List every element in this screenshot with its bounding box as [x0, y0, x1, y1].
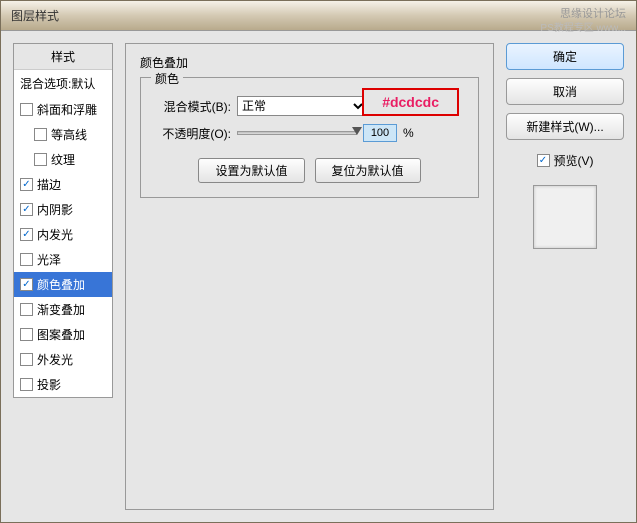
default-buttons-row: 设置为默认值 复位为默认值 [153, 158, 466, 183]
style-item-label: 纹理 [51, 151, 75, 168]
content-area: 样式 混合选项:默认 斜面和浮雕等高线纹理描边内阴影内发光光泽颜色叠加渐变叠加图… [1, 31, 636, 522]
style-item-label: 光泽 [37, 251, 61, 268]
options-panel: 颜色叠加 #dcdcdc 颜色 混合模式(B): 正常 不透明度(O): % [125, 43, 494, 510]
style-item-2[interactable]: 纹理 [14, 147, 112, 172]
preview-thumbnail [533, 185, 597, 249]
style-item-5[interactable]: 内发光 [14, 222, 112, 247]
new-style-button[interactable]: 新建样式(W)... [506, 113, 624, 140]
opacity-slider[interactable] [237, 131, 357, 135]
style-item-label: 内发光 [37, 226, 73, 243]
style-item-9[interactable]: 图案叠加 [14, 322, 112, 347]
layer-style-dialog: 思缘设计论坛 PS教程专区 www... 图层样式 样式 混合选项:默认 斜面和… [0, 0, 637, 523]
style-checkbox[interactable] [20, 278, 33, 291]
watermark-sub: PS教程专区 www... [540, 19, 626, 34]
style-checkbox[interactable] [34, 153, 47, 166]
style-item-0[interactable]: 斜面和浮雕 [14, 97, 112, 122]
cancel-button[interactable]: 取消 [506, 78, 624, 105]
style-checkbox[interactable] [20, 103, 33, 116]
style-item-label: 投影 [37, 376, 61, 393]
style-checkbox[interactable] [20, 228, 33, 241]
style-item-label: 等高线 [51, 126, 87, 143]
style-item-3[interactable]: 描边 [14, 172, 112, 197]
style-item-6[interactable]: 光泽 [14, 247, 112, 272]
opacity-row: 不透明度(O): % [153, 124, 466, 142]
style-checkbox[interactable] [20, 178, 33, 191]
style-item-11[interactable]: 投影 [14, 372, 112, 397]
ok-button[interactable]: 确定 [506, 43, 624, 70]
opacity-unit: % [403, 126, 414, 140]
styles-sidebar: 样式 混合选项:默认 斜面和浮雕等高线纹理描边内阴影内发光光泽颜色叠加渐变叠加图… [13, 43, 113, 510]
style-item-label: 外发光 [37, 351, 73, 368]
action-panel: 确定 取消 新建样式(W)... 预览(V) [506, 43, 624, 510]
style-checkbox[interactable] [20, 353, 33, 366]
style-item-label: 描边 [37, 176, 61, 193]
style-item-label: 颜色叠加 [37, 276, 85, 293]
preview-row: 预览(V) [506, 152, 624, 169]
blend-mode-select[interactable]: 正常 [237, 96, 367, 116]
blending-options-default[interactable]: 混合选项:默认 [14, 70, 112, 97]
style-item-label: 渐变叠加 [37, 301, 85, 318]
styles-header: 样式 [14, 44, 112, 70]
section-title: 颜色叠加 [140, 54, 479, 71]
style-item-8[interactable]: 渐变叠加 [14, 297, 112, 322]
make-default-button[interactable]: 设置为默认值 [198, 158, 304, 183]
style-checkbox[interactable] [20, 253, 33, 266]
opacity-input[interactable] [363, 124, 397, 142]
style-item-label: 斜面和浮雕 [37, 101, 97, 118]
style-item-label: 内阴影 [37, 201, 73, 218]
style-checkbox[interactable] [20, 328, 33, 341]
color-annotation: #dcdcdc [362, 88, 459, 116]
style-item-10[interactable]: 外发光 [14, 347, 112, 372]
style-item-7[interactable]: 颜色叠加 [14, 272, 112, 297]
reset-default-button[interactable]: 复位为默认值 [315, 158, 421, 183]
style-checkbox[interactable] [20, 378, 33, 391]
group-label: 颜色 [151, 70, 183, 87]
blend-mode-label: 混合模式(B): [153, 98, 231, 115]
style-item-label: 图案叠加 [37, 326, 85, 343]
styles-list: 样式 混合选项:默认 斜面和浮雕等高线纹理描边内阴影内发光光泽颜色叠加渐变叠加图… [13, 43, 113, 398]
style-checkbox[interactable] [34, 128, 47, 141]
slider-thumb-icon[interactable] [352, 127, 362, 135]
opacity-label: 不透明度(O): [153, 125, 231, 142]
style-item-4[interactable]: 内阴影 [14, 197, 112, 222]
preview-label: 预览(V) [554, 152, 594, 169]
style-item-1[interactable]: 等高线 [14, 122, 112, 147]
style-checkbox[interactable] [20, 203, 33, 216]
preview-checkbox[interactable] [537, 154, 550, 167]
style-checkbox[interactable] [20, 303, 33, 316]
